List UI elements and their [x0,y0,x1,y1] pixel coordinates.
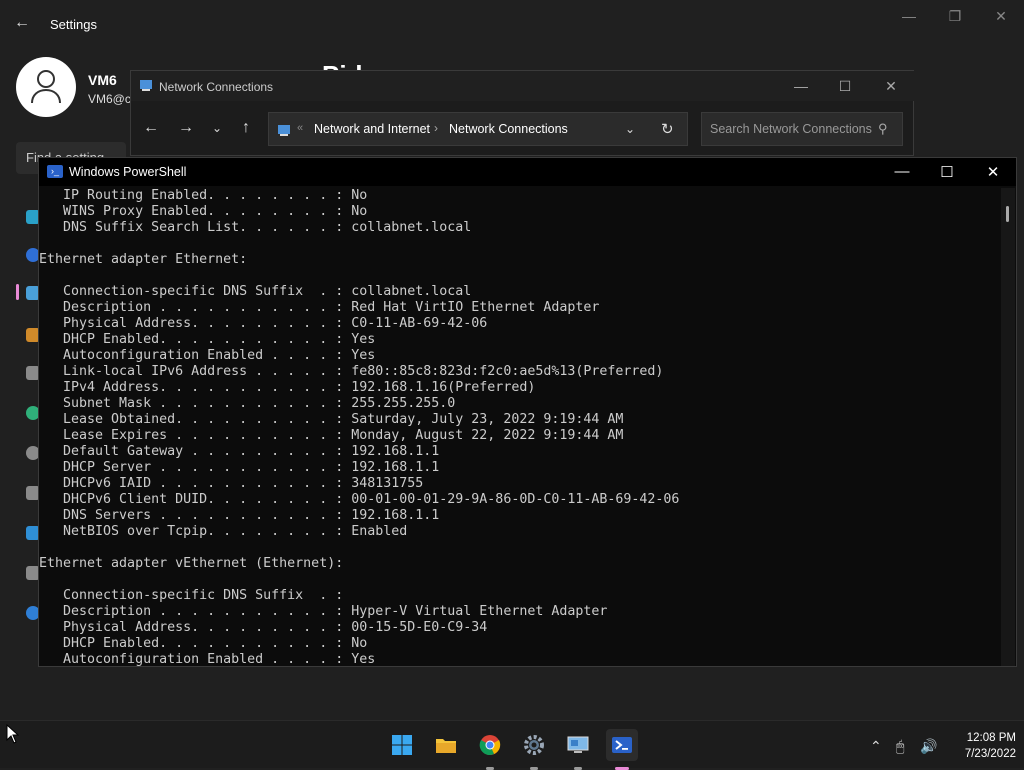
console-line: DHCP Server . . . . . . . . . . . : 192.… [39,460,440,475]
console-line: Connection-specific DNS Suffix . : colla… [39,284,472,299]
show-hidden-icons-chevron-icon[interactable]: ⌃ [870,738,882,755]
user-email: VM6@c [88,92,131,106]
search-icon[interactable]: ⚲ [878,121,888,137]
back-arrow-icon[interactable]: ← [14,14,34,34]
minimize-icon[interactable]: — [896,8,922,28]
clock-date: 7/23/2022 [964,748,1016,760]
clock-time: 12:08 PM [966,732,1016,744]
maximize-icon[interactable]: ☐ [835,78,855,95]
console-line: IPv4 Address. . . . . . . . . . . : 192.… [39,380,536,395]
console-line: Description . . . . . . . . . . . : Red … [39,300,600,315]
minimize-icon[interactable]: — [890,163,914,180]
console-line: Connection-specific DNS Suffix . : [39,588,344,603]
breadcrumb-separator-icon: › [434,121,438,135]
console-line: Ethernet adapter vEthernet (Ethernet): [39,556,344,571]
network-folder-icon [278,125,290,136]
chrome-button[interactable] [474,729,506,770]
settings-title: Settings [50,17,97,32]
network-window-title: Network Connections [159,80,274,94]
file-explorer-button[interactable] [430,729,462,761]
file-explorer-icon [436,739,456,753]
back-arrow-icon[interactable]: ← [141,119,161,137]
close-icon[interactable]: ✕ [981,163,1005,181]
settings-icon [524,735,544,755]
taskbar: ⌃ 🖱 🔊 12:08 PM 7/23/2022 [0,720,1024,770]
console-line: WINS Proxy Enabled. . . . . . . . : No [39,204,368,219]
console-output[interactable]: IP Routing Enabled. . . . . . . . : No W… [39,188,999,666]
powershell-window: ›_ Windows PowerShell — ☐ ✕ IP Routing E… [38,157,1017,667]
recent-chevron-down-icon[interactable]: ⌄ [207,121,227,135]
mouse-cursor-icon [6,724,20,744]
network-connections-window: Network Connections — ☐ ✕ ← → ⌄ ↑ « Netw… [130,70,915,156]
console-line: Default Gateway . . . . . . . . . : 192.… [39,444,440,459]
volume-icon[interactable]: 🔊 [920,738,937,755]
nav-selection-indicator [16,284,19,300]
settings-button[interactable] [518,729,550,770]
powershell-titlebar: ›_ Windows PowerShell — ☐ ✕ [39,158,1016,186]
powershell-title: Windows PowerShell [69,165,187,179]
console-line: Link-local IPv6 Address . . . . . : fe80… [39,364,664,379]
console-line: Autoconfiguration Enabled . . . . : Yes [39,348,376,363]
maximize-icon[interactable]: ❐ [942,8,968,28]
console-line: Description . . . . . . . . . . . : Hype… [39,604,608,619]
close-icon[interactable]: ✕ [988,8,1014,28]
clock[interactable]: 12:08 PM 7/23/2022 [946,730,1016,762]
refresh-icon[interactable]: ↻ [661,120,674,138]
up-arrow-icon[interactable]: ↑ [236,119,256,137]
avatar[interactable] [16,57,76,117]
network-folder-icon [140,80,152,91]
network-tray-icon[interactable]: 🖱 [896,738,904,755]
breadcrumb-network-internet[interactable]: Network and Internet [314,122,430,136]
console-line: Ethernet adapter Ethernet: [39,252,248,267]
console-line: DNS Suffix Search List. . . . . . : coll… [39,220,472,235]
powershell-icon: ›_ [47,165,63,178]
network-connections-icon [567,736,589,753]
console-line: Physical Address. . . . . . . . . : C0-1… [39,316,488,331]
console-line: DHCP Enabled. . . . . . . . . . . : No [39,636,368,651]
network-connections-button[interactable] [562,729,594,770]
address-dropdown-chevron-icon[interactable]: ⌄ [625,122,635,136]
console-line: DHCPv6 IAID . . . . . . . . . . . : 3481… [39,476,424,491]
breadcrumb-network-connections[interactable]: Network Connections [449,122,568,136]
console-line: Physical Address. . . . . . . . . : 00-1… [39,620,488,635]
forward-arrow-icon[interactable]: → [176,119,196,137]
start-button[interactable] [386,729,418,761]
search-network-input[interactable]: Search Network Connections ⚲ [701,112,903,146]
address-bar[interactable]: « Network and Internet › Network Connect… [268,112,688,146]
console-line: Lease Obtained. . . . . . . . . . : Satu… [39,412,624,427]
close-icon[interactable]: ✕ [881,78,901,95]
network-titlebar: Network Connections — ☐ ✕ [131,71,915,101]
scrollbar-thumb[interactable] [1006,206,1009,222]
powershell-icon [612,737,632,753]
maximize-icon[interactable]: ☐ [935,163,959,181]
chrome-icon [479,735,501,755]
console-line: NetBIOS over Tcpip. . . . . . . . : Enab… [39,524,408,539]
settings-titlebar: ← Settings — ❐ ✕ [0,0,1024,48]
overflow-chevron-icon[interactable]: « [297,122,303,134]
user-name: VM6 [88,72,117,88]
console-line: DHCP Enabled. . . . . . . . . . . : Yes [39,332,376,347]
start-icon [392,735,412,755]
console-line: IP Routing Enabled. . . . . . . . : No [39,188,368,203]
search-placeholder: Search Network Connections [710,122,872,136]
console-line: Lease Expires . . . . . . . . . . : Mond… [39,428,624,443]
minimize-icon[interactable]: — [791,78,811,94]
console-line: Autoconfiguration Enabled . . . . : Yes [39,652,376,666]
console-line: DHCPv6 Client DUID. . . . . . . . : 00-0… [39,492,680,507]
console-line: DNS Servers . . . . . . . . . . . : 192.… [39,508,440,523]
console-scrollbar[interactable] [1001,188,1015,666]
powershell-taskbar-button[interactable] [606,729,638,770]
console-line: Subnet Mask . . . . . . . . . . . : 255.… [39,396,456,411]
